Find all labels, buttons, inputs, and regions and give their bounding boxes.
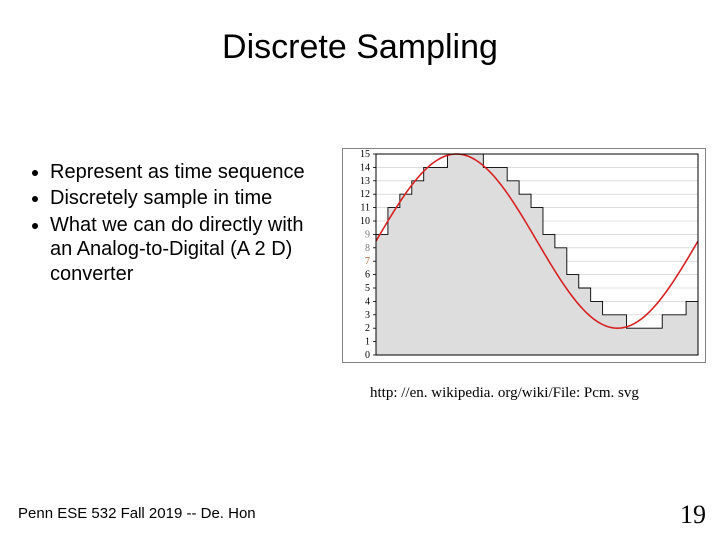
svg-text:4: 4 xyxy=(365,296,370,307)
svg-text:2: 2 xyxy=(365,323,370,334)
svg-text:6: 6 xyxy=(365,270,370,281)
svg-text:8: 8 xyxy=(365,243,370,254)
page-title: Discrete Sampling xyxy=(0,28,720,67)
svg-text:7: 7 xyxy=(365,256,370,267)
bullet-item: What we can do directly with an Analog-t… xyxy=(50,213,330,286)
svg-text:10: 10 xyxy=(360,216,370,227)
svg-text:15: 15 xyxy=(360,149,370,160)
svg-text:5: 5 xyxy=(365,283,370,294)
svg-text:0: 0 xyxy=(365,350,370,361)
svg-text:13: 13 xyxy=(360,176,370,187)
bullet-item: Represent as time sequence xyxy=(50,160,330,184)
bullet-list: Represent as time sequence Discretely sa… xyxy=(30,160,330,288)
bullet-item: Discretely sample in time xyxy=(50,186,330,210)
svg-text:9: 9 xyxy=(365,229,370,240)
page-number: 19 xyxy=(680,500,706,530)
svg-text:3: 3 xyxy=(365,310,370,321)
svg-text:11: 11 xyxy=(360,203,370,214)
pcm-chart: 0123456789101112131415 xyxy=(342,148,706,363)
footer-text: Penn ESE 532 Fall 2019 -- De. Hon xyxy=(18,505,256,522)
svg-text:12: 12 xyxy=(360,189,370,200)
svg-text:14: 14 xyxy=(360,162,370,173)
image-caption: http: //en. wikipedia. org/wiki/File: Pc… xyxy=(370,385,710,402)
svg-text:1: 1 xyxy=(365,337,370,348)
